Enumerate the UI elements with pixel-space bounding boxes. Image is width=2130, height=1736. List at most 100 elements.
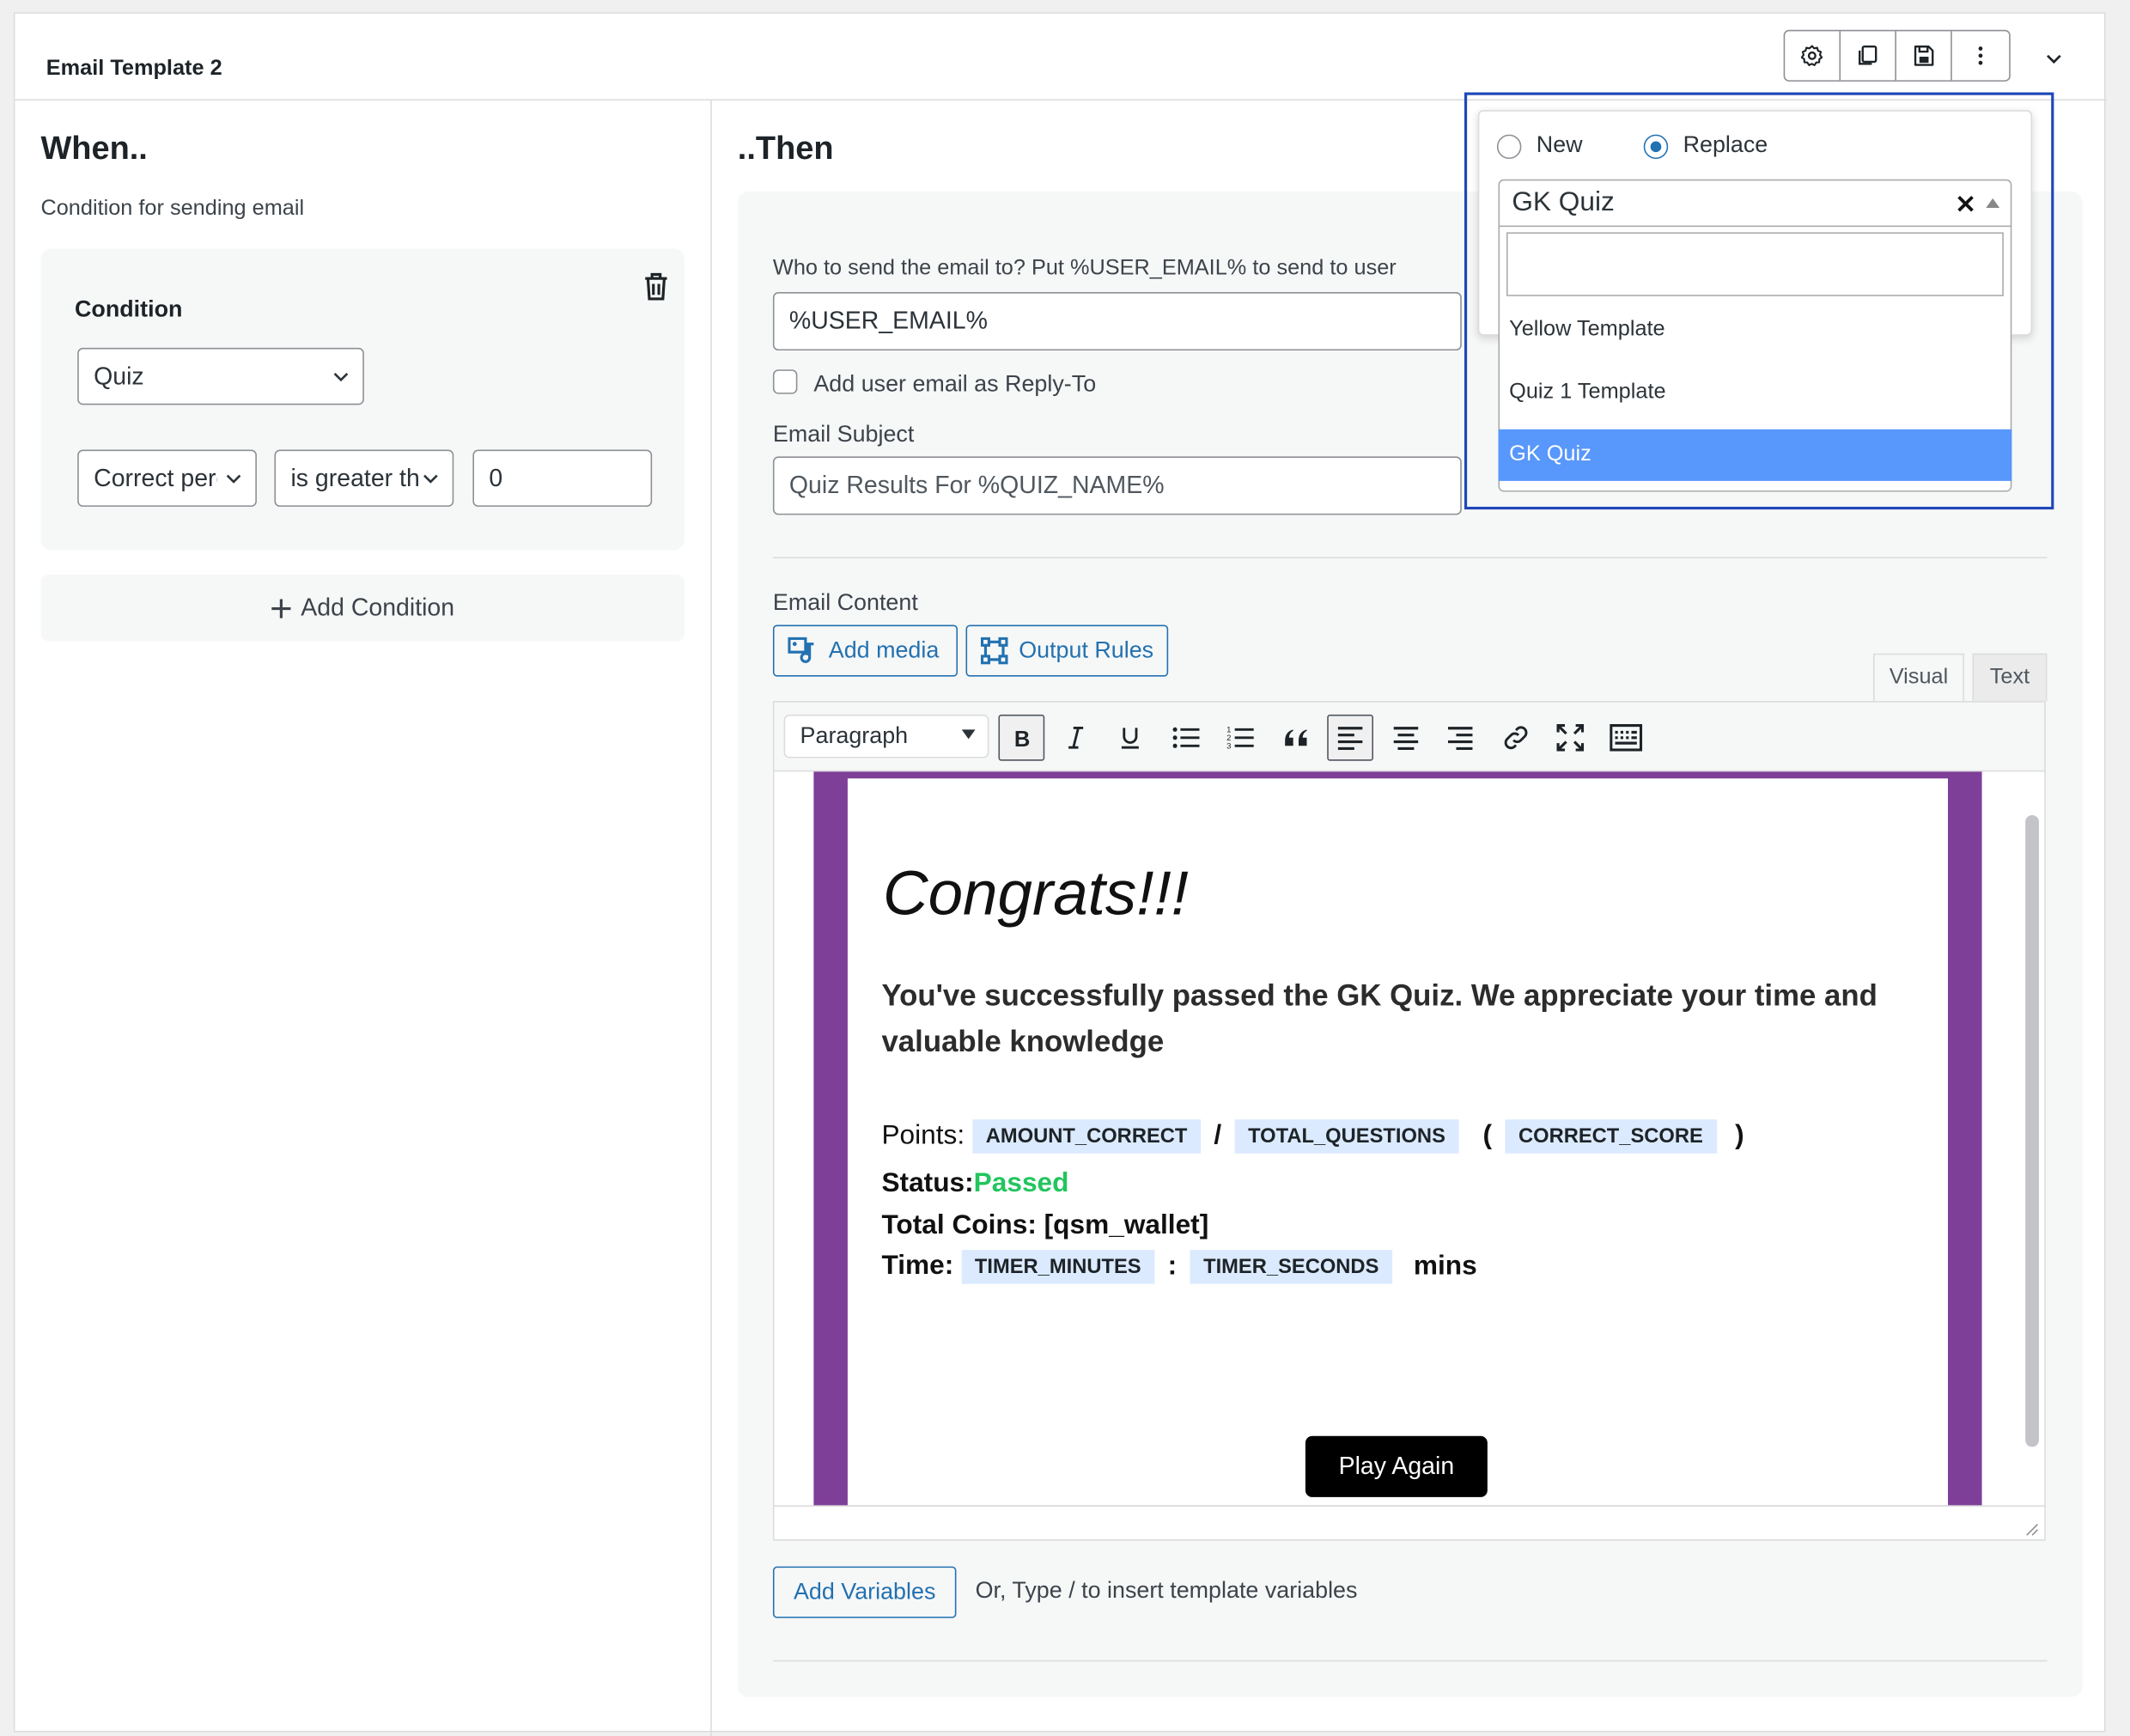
amount-correct-variable[interactable]: AMOUNT_CORRECT (971, 1119, 1202, 1154)
focus-highlight (1464, 92, 2054, 510)
bold-button[interactable]: B (998, 714, 1045, 761)
timer-seconds-variable[interactable]: TIMER_SECONDS (1190, 1250, 1393, 1284)
format-select-value: Paragraph (800, 722, 909, 749)
reply-to-checkbox[interactable] (772, 369, 798, 394)
save-button[interactable] (1896, 31, 1952, 81)
section-divider (772, 557, 2048, 559)
keyboard-icon (1610, 723, 1643, 752)
recipient-value: %USER_EMAIL% (788, 307, 988, 335)
condition-label: Condition (74, 295, 183, 322)
align-left-button[interactable] (1327, 714, 1373, 761)
duplicate-button[interactable] (1841, 31, 1896, 81)
add-variables-button[interactable]: Add Variables (772, 1566, 957, 1618)
time-line: Time: TIMER_MINUTES : TIMER_SECONDS mins (881, 1250, 1477, 1284)
bottom-divider (772, 1660, 2048, 1662)
resize-grip-icon (2026, 1523, 2038, 1536)
align-center-icon (1393, 727, 1419, 751)
status-value: Passed (973, 1168, 1069, 1198)
template-toolbar (1783, 29, 2011, 82)
editor-statusbar (772, 1505, 2046, 1507)
email-template-card: Email Template 2 When.. Condition for se… (13, 12, 2108, 1736)
fullscreen-icon (1556, 723, 1585, 752)
underline-icon (1121, 728, 1139, 749)
trash-icon (645, 272, 667, 301)
toolbar-toggle-button[interactable] (1603, 715, 1649, 761)
chevron-down-icon (222, 467, 245, 490)
condition-value-input[interactable]: 0 (472, 449, 653, 507)
editor-scrollbar[interactable] (2025, 814, 2039, 1447)
settings-button[interactable] (1785, 31, 1841, 81)
collapse-button[interactable] (2039, 44, 2069, 74)
tab-text[interactable]: Text (1972, 653, 2048, 702)
underline-button[interactable] (1107, 715, 1153, 761)
output-rules-button[interactable]: Output Rules (965, 624, 1169, 677)
field-select-value: Correct percentage (94, 464, 217, 491)
recipient-label: Who to send the email to? Put %USER_EMAI… (772, 256, 1397, 280)
link-button[interactable] (1493, 715, 1539, 761)
fullscreen-button[interactable] (1547, 715, 1593, 761)
add-variables-label: Add Variables (793, 1578, 936, 1605)
correct-score-variable[interactable]: CORRECT_SCORE (1505, 1119, 1717, 1154)
more-options-button[interactable] (1952, 31, 2008, 80)
mins-label: mins (1413, 1251, 1477, 1282)
save-icon (1914, 45, 1934, 66)
align-right-button[interactable] (1437, 715, 1483, 761)
coins-line: Total Coins: [qsm_wallet] (881, 1210, 1209, 1241)
points-label: Points: (881, 1120, 965, 1151)
close-paren: ) (1735, 1120, 1744, 1151)
play-again-label: Play Again (1338, 1452, 1455, 1480)
nodes-icon (980, 637, 1008, 665)
points-slash: / (1214, 1120, 1222, 1151)
chevron-down-icon (2047, 54, 2061, 64)
field-select[interactable]: Correct percentage (77, 449, 257, 507)
time-colon: : (1167, 1251, 1178, 1282)
output-rules-label: Output Rules (1019, 637, 1154, 663)
open-paren: ( (1482, 1120, 1493, 1151)
align-center-button[interactable] (1383, 715, 1429, 761)
resize-handle[interactable] (2023, 1519, 2039, 1536)
italic-icon (1068, 726, 1084, 749)
caret-down-icon (961, 729, 976, 740)
template-title: Email Template 2 (46, 57, 222, 81)
email-message: You've successfully passed the GK Quiz. … (881, 978, 1877, 1059)
operator-select[interactable]: is greater than (274, 449, 454, 507)
svg-text:3: 3 (1226, 741, 1231, 750)
blockquote-button[interactable] (1273, 715, 1319, 761)
bullet-list-button[interactable] (1163, 715, 1209, 761)
italic-button[interactable] (1053, 715, 1099, 761)
add-media-button[interactable]: Add media (772, 624, 958, 677)
variables-hint: Or, Type / to insert template variables (975, 1577, 1358, 1604)
tab-visual[interactable]: Visual (1873, 653, 1964, 702)
reply-to-label: Add user email as Reply-To (813, 370, 1097, 397)
total-questions-variable[interactable]: TOTAL_QUESTIONS (1234, 1119, 1459, 1154)
subject-value: Quiz Results For %QUIZ_NAME% (788, 471, 1165, 499)
add-condition-button[interactable]: Add Condition (40, 575, 685, 642)
play-again-button[interactable]: Play Again (1305, 1435, 1488, 1497)
when-subtitle: Condition for sending email (40, 197, 305, 221)
add-media-label: Add media (828, 637, 940, 663)
subject-input[interactable]: Quiz Results For %QUIZ_NAME% (772, 456, 1462, 515)
status-label: Status: (881, 1168, 974, 1198)
condition-box: Condition Quiz Correct percentage is gre… (40, 248, 685, 551)
recipient-input[interactable]: %USER_EMAIL% (772, 292, 1462, 351)
then-heading: ..Then (737, 130, 834, 168)
time-label: Time: (881, 1251, 954, 1282)
operator-select-value: is greater than (290, 464, 419, 491)
link-icon (1504, 726, 1528, 750)
more-vertical-icon (1977, 46, 1982, 65)
svg-text:B: B (1014, 728, 1031, 750)
content-label: Email Content (772, 589, 918, 616)
condition-value-text: 0 (489, 464, 503, 491)
column-divider (710, 99, 712, 1736)
format-select[interactable]: Paragraph (783, 714, 989, 758)
delete-condition-button[interactable] (642, 271, 670, 308)
numbered-list-button[interactable]: 123 (1217, 715, 1263, 761)
bullet-list-icon (1172, 727, 1200, 748)
quiz-select[interactable]: Quiz (77, 347, 364, 405)
status-line: Status:Passed (881, 1168, 1068, 1199)
timer-minutes-variable[interactable]: TIMER_MINUTES (961, 1250, 1155, 1284)
bold-icon: B (1014, 728, 1031, 750)
add-condition-label: Add Condition (301, 594, 455, 621)
subject-label: Email Subject (772, 421, 915, 448)
plus-icon (272, 598, 292, 618)
